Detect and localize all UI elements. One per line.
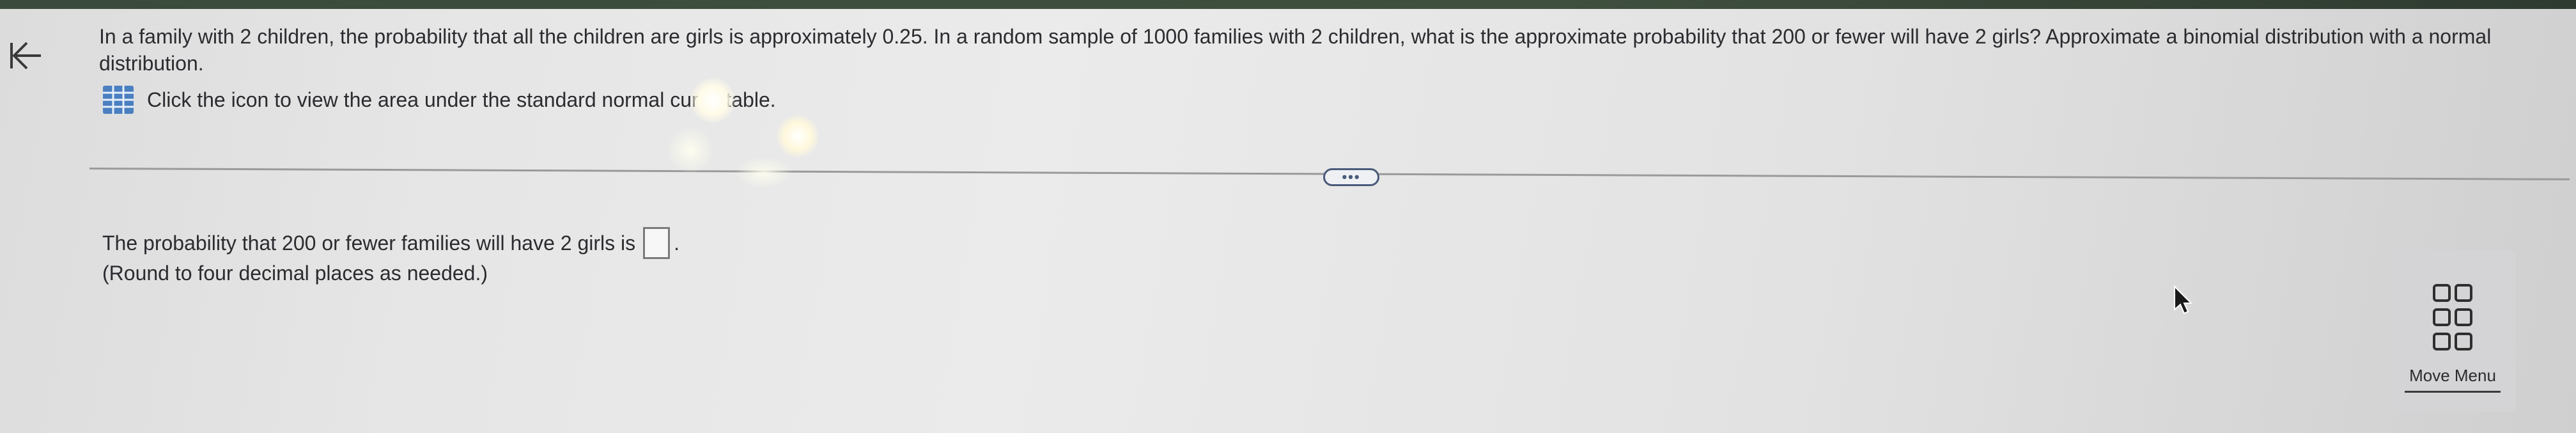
back-arrow-icon	[10, 42, 41, 70]
answer-suffix: .	[674, 231, 680, 255]
move-menu-underline	[2405, 391, 2501, 393]
grid-icon	[2433, 284, 2472, 350]
table-icon[interactable]	[102, 85, 134, 114]
hint-text[interactable]: Click the icon to view the area under th…	[147, 88, 776, 112]
answer-prompt: The probability that 200 or fewer famili…	[102, 231, 636, 255]
screen-glare	[735, 157, 793, 189]
table-hint-link[interactable]: Click the icon to view the area under th…	[102, 85, 776, 114]
answer-input[interactable]	[643, 227, 671, 259]
mouse-cursor-icon	[2174, 285, 2193, 315]
move-menu-label[interactable]: Move Menu	[2409, 366, 2496, 386]
rounding-note: (Round to four decimal places as needed.…	[102, 262, 488, 285]
answer-line: The probability that 200 or fewer famili…	[102, 227, 679, 259]
move-menu-button[interactable]: Move Menu	[2389, 251, 2516, 412]
more-button[interactable]: •••	[1323, 168, 1379, 186]
question-text: In a family with 2 children, the probabi…	[99, 25, 2492, 75]
screen-glare	[665, 128, 716, 173]
screen-glare	[777, 115, 819, 157]
top-header-strip	[0, 0, 2576, 9]
back-button[interactable]	[5, 35, 46, 76]
